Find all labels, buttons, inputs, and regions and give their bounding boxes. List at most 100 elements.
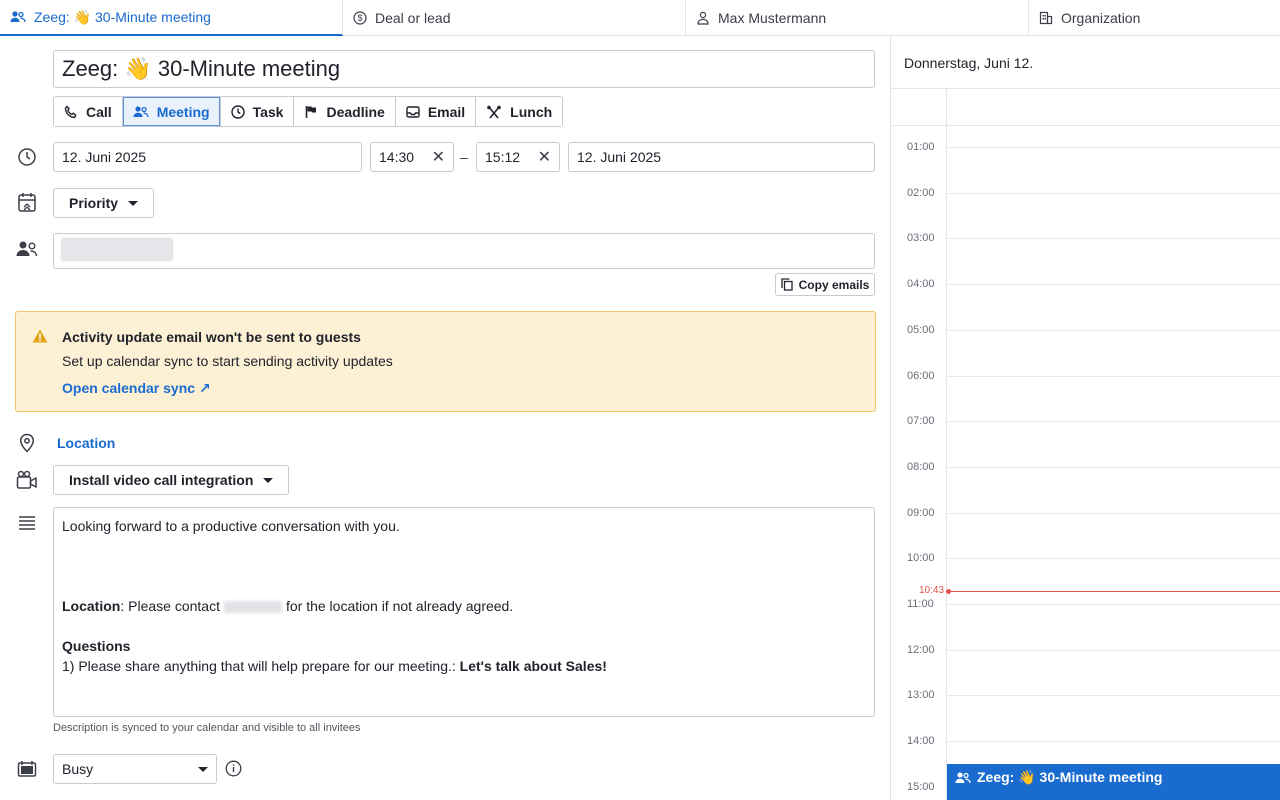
description-location-line: Location: Please contact for the location…: [62, 596, 866, 616]
hour-line: [946, 604, 1280, 605]
open-calendar-sync-link[interactable]: Open calendar sync ↗: [62, 380, 211, 397]
type-lunch-button[interactable]: Lunch: [476, 97, 563, 126]
description-line-1: Looking forward to a productive conversa…: [62, 518, 400, 534]
video-call-label: Install video call integration: [69, 472, 254, 488]
alert-text: Set up calendar sync to start sending ac…: [62, 353, 393, 369]
utensils-icon: [487, 104, 501, 119]
type-task-button[interactable]: Task: [220, 97, 295, 126]
hour-line: [946, 467, 1280, 468]
guests-input[interactable]: [53, 233, 875, 269]
activity-title-input[interactable]: Zeeg: 👋 30-Minute meeting: [53, 50, 875, 88]
tab-deal-label: Deal or lead: [375, 10, 451, 26]
end-date-field[interactable]: 12. Juni 2025: [568, 142, 875, 172]
hour-label: 02:00: [907, 187, 935, 199]
flag-icon: [306, 105, 317, 118]
type-deadline-label: Deadline: [326, 103, 385, 120]
hour-line: [946, 147, 1280, 148]
chevron-down-icon: [198, 766, 208, 772]
start-date-value: 12. Juni 2025: [62, 149, 147, 165]
video-call-integration-dropdown[interactable]: Install video call integration: [53, 465, 290, 495]
clock-icon: [16, 146, 38, 168]
calendar-event[interactable]: Zeeg: 👋 30-Minute meeting: [947, 764, 1280, 800]
priority-label: Priority: [69, 195, 119, 211]
guest-email-chip[interactable]: [61, 238, 173, 261]
tab-person[interactable]: Max Mustermann: [686, 0, 1029, 36]
hour-line: [946, 421, 1280, 422]
chevron-down-icon: [128, 200, 139, 206]
hour-label: 05:00: [907, 324, 935, 336]
hour-label: 09:00: [907, 507, 935, 519]
priority-dropdown[interactable]: Priority: [53, 188, 155, 218]
question-line: 1) Please share anything that will help …: [62, 656, 866, 676]
location-pre: : Please contact: [120, 598, 220, 614]
time-gutter-divider: [946, 88, 947, 800]
location-pin-icon: [16, 432, 38, 454]
location-post: for the location if not already agreed.: [285, 598, 514, 614]
availability-select[interactable]: Busy: [53, 754, 217, 784]
calendar-panel: Donnerstag, Juni 12. 01:00 02:00 03:00 04:0…: [890, 36, 1280, 800]
hour-label: 10:00: [907, 552, 935, 564]
end-time-field[interactable]: 15:12 ✕: [476, 142, 560, 172]
end-date-value: 12. Juni 2025: [577, 149, 662, 165]
clear-end-time-icon[interactable]: ✕: [538, 147, 551, 167]
info-icon[interactable]: [225, 760, 242, 777]
people-icon: [955, 772, 971, 784]
record-tabs: Zeeg: 👋 30-Minute meeting $ Deal or lead…: [0, 0, 1280, 36]
hour-label: 03:00: [907, 232, 935, 244]
description-sync-note: Description is synced to your calendar a…: [53, 722, 361, 734]
hour-line: [946, 513, 1280, 514]
tab-organization-label: Organization: [1061, 10, 1141, 26]
hour-line: [946, 695, 1280, 696]
current-time-dot: [946, 589, 951, 594]
tab-person-label: Max Mustermann: [718, 10, 827, 26]
description-editor[interactable]: Looking forward to a productive conversa…: [53, 507, 875, 717]
calendar-event-title: Zeeg: 👋 30-Minute meeting: [977, 769, 1163, 785]
tab-activity-label: Zeeg: 👋 30-Minute meeting: [34, 8, 211, 25]
all-day-row: [891, 88, 1280, 126]
activity-form: Zeeg: 👋 30-Minute meeting Call Meeting T…: [0, 36, 890, 800]
hour-label: 01:00: [907, 141, 935, 153]
type-lunch-label: Lunch: [510, 103, 553, 120]
calendar-date-label: Donnerstag, Juni 12.: [904, 55, 1034, 71]
tab-deal[interactable]: $ Deal or lead: [343, 0, 686, 36]
start-date-field[interactable]: 12. Juni 2025: [53, 142, 362, 172]
person-icon: [697, 11, 709, 25]
hour-label: 12:00: [907, 644, 935, 656]
type-meeting-button[interactable]: Meeting: [122, 97, 221, 126]
question-answer: Let's talk about Sales!: [459, 658, 607, 674]
type-email-button[interactable]: Email: [395, 97, 477, 126]
current-time-line: [946, 591, 1280, 592]
tab-activity[interactable]: Zeeg: 👋 30-Minute meeting: [0, 0, 343, 36]
hour-line: [946, 330, 1280, 331]
start-time-field[interactable]: 14:30 ✕: [370, 142, 454, 172]
hour-label: 06:00: [907, 370, 935, 382]
copy-emails-label: Copy emails: [798, 277, 870, 292]
location-key: Location: [62, 598, 121, 614]
questions-heading: Questions: [62, 638, 131, 654]
clear-start-time-icon[interactable]: ✕: [432, 147, 445, 167]
type-deadline-button[interactable]: Deadline: [294, 97, 396, 126]
type-call-button[interactable]: Call: [54, 97, 123, 126]
redacted-name: [223, 601, 282, 614]
type-email-label: Email: [427, 103, 466, 120]
tab-organization[interactable]: Organization: [1029, 0, 1280, 36]
hour-label: 08:00: [907, 461, 935, 473]
hour-label: 13:00: [907, 689, 935, 701]
inbox-icon: [406, 105, 420, 118]
hour-line: [946, 650, 1280, 651]
hour-line: [946, 238, 1280, 239]
end-time-value: 15:12: [485, 149, 521, 165]
type-meeting-label: Meeting: [156, 103, 210, 120]
copy-emails-button[interactable]: Copy emails: [775, 273, 875, 296]
svg-text:$: $: [357, 13, 362, 23]
hour-label: 04:00: [907, 278, 935, 290]
description-lines-icon: [16, 512, 38, 534]
hour-label: 07:00: [907, 415, 935, 427]
time-range-separator: –: [460, 149, 468, 165]
chevron-down-icon: [263, 477, 274, 483]
start-time-value: 14:30: [379, 149, 415, 165]
type-call-label: Call: [86, 103, 112, 120]
location-link[interactable]: Location: [57, 435, 115, 451]
hour-label: 14:00: [907, 735, 935, 747]
hour-line: [946, 741, 1280, 742]
